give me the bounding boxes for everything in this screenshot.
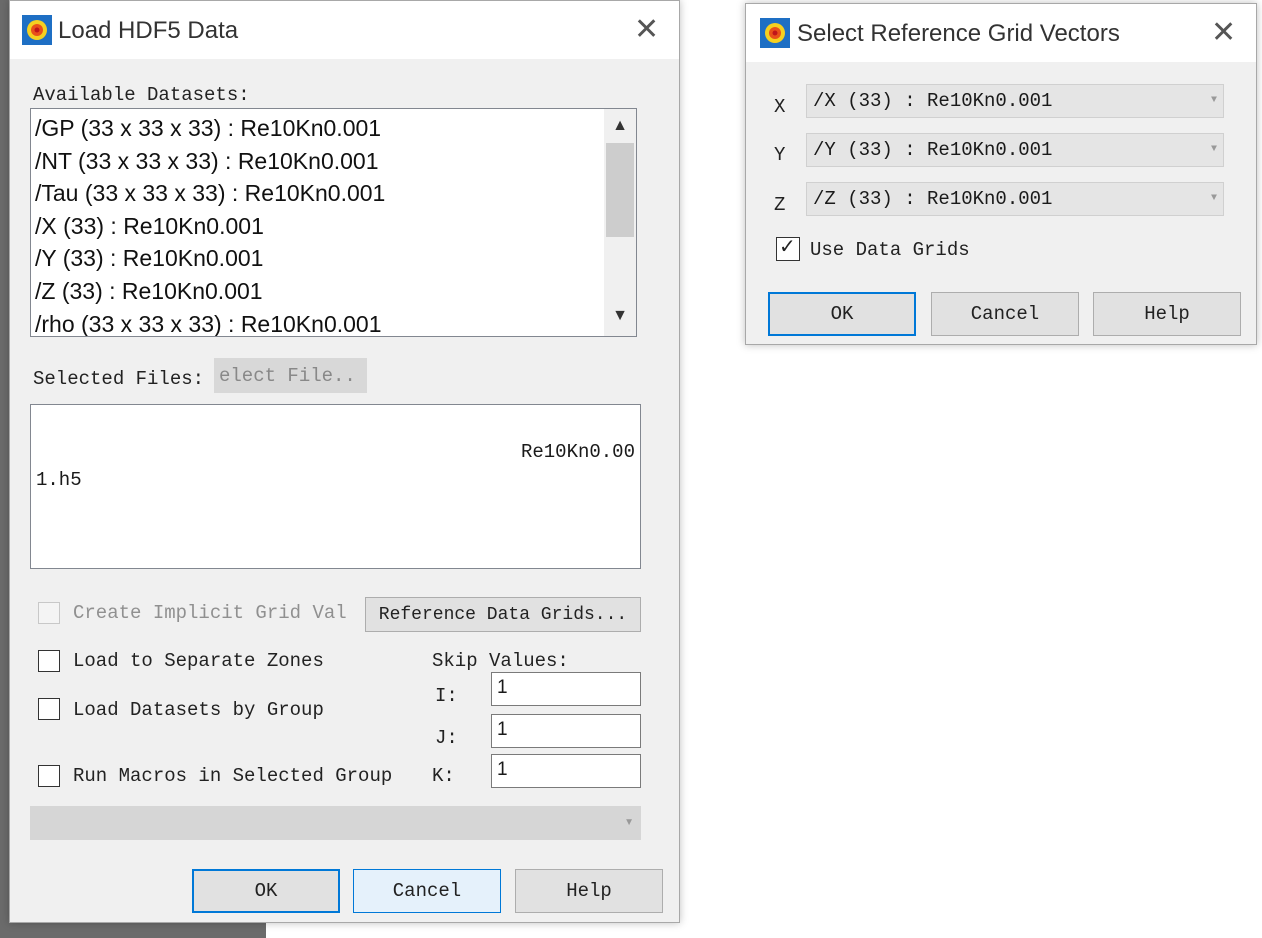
title-bar: Load HDF5 Data ✕ — [10, 1, 679, 59]
scroll-up-icon[interactable]: ▲ — [604, 117, 636, 135]
list-item[interactable]: /Z (33) : Re10Kn0.001 — [31, 275, 603, 308]
z-grid-select[interactable]: /Z (33) : Re10Kn0.001 ▼ — [806, 182, 1224, 216]
skip-i-input[interactable]: 1 — [491, 672, 641, 706]
vertical-scrollbar[interactable]: ▲ ▼ — [604, 109, 636, 336]
help-button[interactable]: Help — [1093, 292, 1241, 336]
scroll-down-icon[interactable]: ▼ — [604, 307, 636, 325]
list-item[interactable]: /X (33) : Re10Kn0.001 — [31, 210, 603, 243]
x-grid-select[interactable]: /X (33) : Re10Kn0.001 ▼ — [806, 84, 1224, 118]
app-icon — [760, 18, 790, 48]
file-path-line1: Re10Kn0.00 — [520, 441, 635, 463]
skip-k-label: K: — [432, 765, 455, 787]
chevron-down-icon: ▼ — [1210, 193, 1217, 204]
ok-button[interactable]: OK — [768, 292, 916, 336]
chevron-down-icon: ▼ — [624, 817, 634, 828]
list-item[interactable]: /Y (33) : Re10Kn0.001 — [31, 242, 603, 275]
x-label: X — [774, 96, 786, 118]
y-grid-value: /Y (33) : Re10Kn0.001 — [813, 139, 1053, 161]
scroll-thumb[interactable] — [606, 143, 634, 237]
close-icon[interactable]: ✕ — [634, 15, 659, 45]
chevron-down-icon: ▼ — [1210, 95, 1217, 106]
skip-j-input[interactable]: 1 — [491, 714, 641, 748]
selected-files-label: Selected Files: — [33, 368, 205, 390]
app-icon — [22, 15, 52, 45]
y-grid-select[interactable]: /Y (33) : Re10Kn0.001 ▼ — [806, 133, 1224, 167]
file-path-line2: 1.h5 — [36, 469, 82, 491]
load-by-group-label: Load Datasets by Group — [73, 699, 324, 721]
dialog-title: Select Reference Grid Vectors — [797, 20, 1120, 47]
list-item[interactable]: /Tau (33 x 33 x 33) : Re10Kn0.001 — [31, 177, 603, 210]
reference-grid-dialog: Select Reference Grid Vectors ✕ X /X (33… — [745, 3, 1257, 345]
datasets-items: /GP (33 x 33 x 33) : Re10Kn0.001 /NT (33… — [31, 112, 603, 336]
load-separate-zones-checkbox[interactable] — [38, 650, 60, 672]
dialog-title: Load HDF5 Data — [58, 17, 239, 44]
checkmark-icon: ✓ — [779, 234, 796, 258]
ok-button[interactable]: OK — [192, 869, 340, 913]
run-macros-label: Run Macros in Selected Group — [73, 765, 393, 787]
z-grid-value: /Z (33) : Re10Kn0.001 — [813, 188, 1053, 210]
load-hdf5-dialog: Load HDF5 Data ✕ Available Datasets: /GP… — [9, 0, 680, 923]
group-select[interactable]: ▼ — [30, 806, 641, 840]
load-separate-zones-label: Load to Separate Zones — [73, 650, 324, 672]
create-implicit-label: Create Implicit Grid Val — [73, 602, 347, 624]
cancel-button[interactable]: Cancel — [353, 869, 501, 913]
datasets-list[interactable]: /GP (33 x 33 x 33) : Re10Kn0.001 /NT (33… — [30, 108, 637, 337]
select-file-button[interactable]: elect File.. — [214, 358, 367, 393]
cancel-button[interactable]: Cancel — [931, 292, 1079, 336]
load-by-group-checkbox[interactable] — [38, 698, 60, 720]
z-label: Z — [774, 194, 786, 216]
title-bar: Select Reference Grid Vectors ✕ — [746, 4, 1256, 62]
x-grid-value: /X (33) : Re10Kn0.001 — [813, 90, 1053, 112]
skip-i-label: I: — [435, 685, 458, 707]
chevron-down-icon: ▼ — [1210, 144, 1217, 155]
use-data-grids-checkbox[interactable]: ✓ — [776, 234, 800, 261]
list-item[interactable]: /rho (33 x 33 x 33) : Re10Kn0.001 — [31, 308, 603, 336]
list-item[interactable]: /NT (33 x 33 x 33) : Re10Kn0.001 — [31, 145, 603, 178]
close-icon[interactable]: ✕ — [1211, 18, 1236, 48]
run-macros-checkbox[interactable] — [38, 765, 60, 787]
create-implicit-checkbox[interactable] — [38, 602, 60, 624]
skip-values-label: Skip Values: — [432, 650, 569, 672]
use-data-grids-label: Use Data Grids — [810, 239, 970, 261]
list-item[interactable]: /GP (33 x 33 x 33) : Re10Kn0.001 — [31, 112, 603, 145]
available-datasets-label: Available Datasets: — [33, 84, 250, 106]
skip-k-input[interactable]: 1 — [491, 754, 641, 788]
help-button[interactable]: Help — [515, 869, 663, 913]
reference-data-grids-button[interactable]: Reference Data Grids... — [365, 597, 641, 632]
y-label: Y — [774, 144, 786, 166]
skip-j-label: J: — [435, 727, 458, 749]
selected-files-box[interactable]: Re10Kn0.00 1.h5 — [30, 404, 641, 569]
